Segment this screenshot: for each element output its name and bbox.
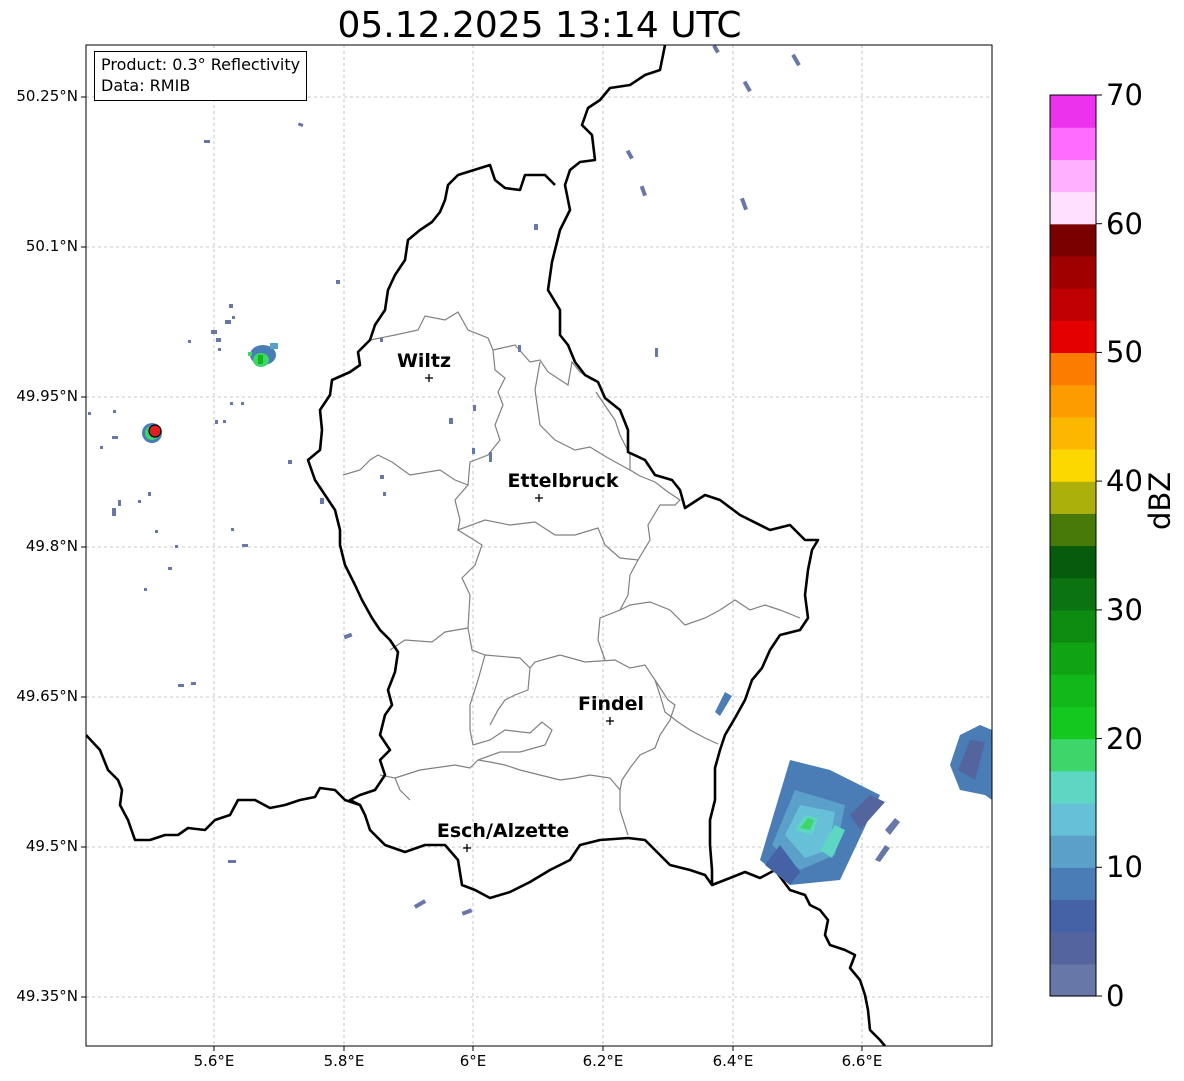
city-marker-wiltz <box>425 374 433 382</box>
city-label-findel: Findel <box>577 693 645 715</box>
colorbar-segment <box>1050 481 1096 514</box>
colorbar-segment <box>1050 867 1096 901</box>
colorbar-segment <box>1050 802 1096 836</box>
lat-label: 49.35°N <box>16 987 78 1005</box>
canton-boundaries <box>342 311 801 836</box>
map-frame <box>85 44 993 1047</box>
colorbar-segment <box>1050 255 1096 289</box>
colorbar-segment <box>1050 191 1096 225</box>
city-marker-findel <box>606 717 614 725</box>
radar-map <box>81 44 1102 1051</box>
colorbar-segment <box>1050 159 1096 193</box>
colorbar-segment <box>1050 931 1096 965</box>
product-info-box: Product: 0.3° Reflectivity Data: RMIB <box>94 51 308 101</box>
colorbar-tick-label: 40 <box>1106 464 1143 498</box>
lat-label: 49.65°N <box>16 687 78 705</box>
colorbar-segment <box>1050 288 1096 321</box>
city-marker-ettelbruck <box>535 494 543 502</box>
echo-cluster-west <box>248 343 278 367</box>
colorbar-tick-label: 30 <box>1106 593 1143 627</box>
lat-label: 49.95°N <box>16 387 78 405</box>
radar-site-marker <box>148 424 162 438</box>
echo-east-strip <box>715 692 732 716</box>
colorbar-tick-label: 0 <box>1106 979 1125 1013</box>
country-boundaries <box>86 45 886 1046</box>
colorbar-tick-label: 60 <box>1106 207 1143 241</box>
colorbar-segment <box>1050 738 1096 772</box>
colorbar-tick-label: 10 <box>1106 850 1143 884</box>
colorbar-segment <box>1050 545 1096 579</box>
colorbar-segment <box>1050 320 1096 354</box>
colorbar-segment <box>1050 577 1096 611</box>
city-label-ettelbruck: Ettelbruck <box>507 470 619 492</box>
city-label-wiltz: Wiltz <box>396 350 452 372</box>
colorbar-segment <box>1050 448 1096 482</box>
colorbar-segment <box>1050 674 1096 707</box>
colorbar-segment <box>1050 706 1096 740</box>
echo-cluster-southeast <box>760 760 900 885</box>
colorbar-segment <box>1050 642 1096 675</box>
colorbar-segment <box>1050 127 1096 160</box>
lon-label: 5.8°E <box>323 1052 365 1070</box>
lat-label: 49.8°N <box>25 537 78 555</box>
product-label: Product: 0.3° Reflectivity <box>101 55 301 74</box>
lon-label: 6.4°E <box>712 1052 754 1070</box>
city-markers <box>425 374 614 852</box>
colorbar-segment <box>1050 384 1096 418</box>
colorbar-ticks <box>1096 94 1102 997</box>
data-source-label: Data: RMIB <box>101 76 191 95</box>
colorbar-segment <box>1050 899 1096 933</box>
city-marker-esch <box>463 844 471 852</box>
map-title: 05.12.2025 13:14 UTC <box>337 5 742 46</box>
city-label-esch: Esch/Alzette <box>436 820 570 842</box>
scattered-echoes <box>88 45 801 916</box>
colorbar-tick-label: 20 <box>1106 722 1143 756</box>
lat-label: 49.5°N <box>25 837 78 855</box>
lat-label: 50.1°N <box>25 237 78 255</box>
colorbar-segment <box>1050 416 1096 450</box>
lat-label: 50.25°N <box>16 87 78 105</box>
colorbar-tick-label: 70 <box>1106 78 1143 112</box>
lon-label: 5.6°E <box>193 1052 235 1070</box>
colorbar-segment <box>1050 963 1096 997</box>
colorbar-segment <box>1050 95 1096 128</box>
colorbar-segment <box>1050 352 1096 386</box>
lon-label: 6.6°E <box>841 1052 883 1070</box>
colorbar-segment <box>1050 609 1096 643</box>
map-gridlines <box>86 45 992 1046</box>
colorbar-segment <box>1050 770 1096 804</box>
colorbar-segment <box>1050 223 1096 257</box>
colorbar-tick-label: 50 <box>1106 335 1143 369</box>
colorbar-label: dBZ <box>1143 471 1177 530</box>
lon-label: 6°E <box>459 1052 487 1070</box>
colorbar <box>1050 95 1096 997</box>
lon-label: 6.2°E <box>582 1052 624 1070</box>
colorbar-segment <box>1050 835 1096 868</box>
colorbar-segment <box>1050 513 1096 547</box>
